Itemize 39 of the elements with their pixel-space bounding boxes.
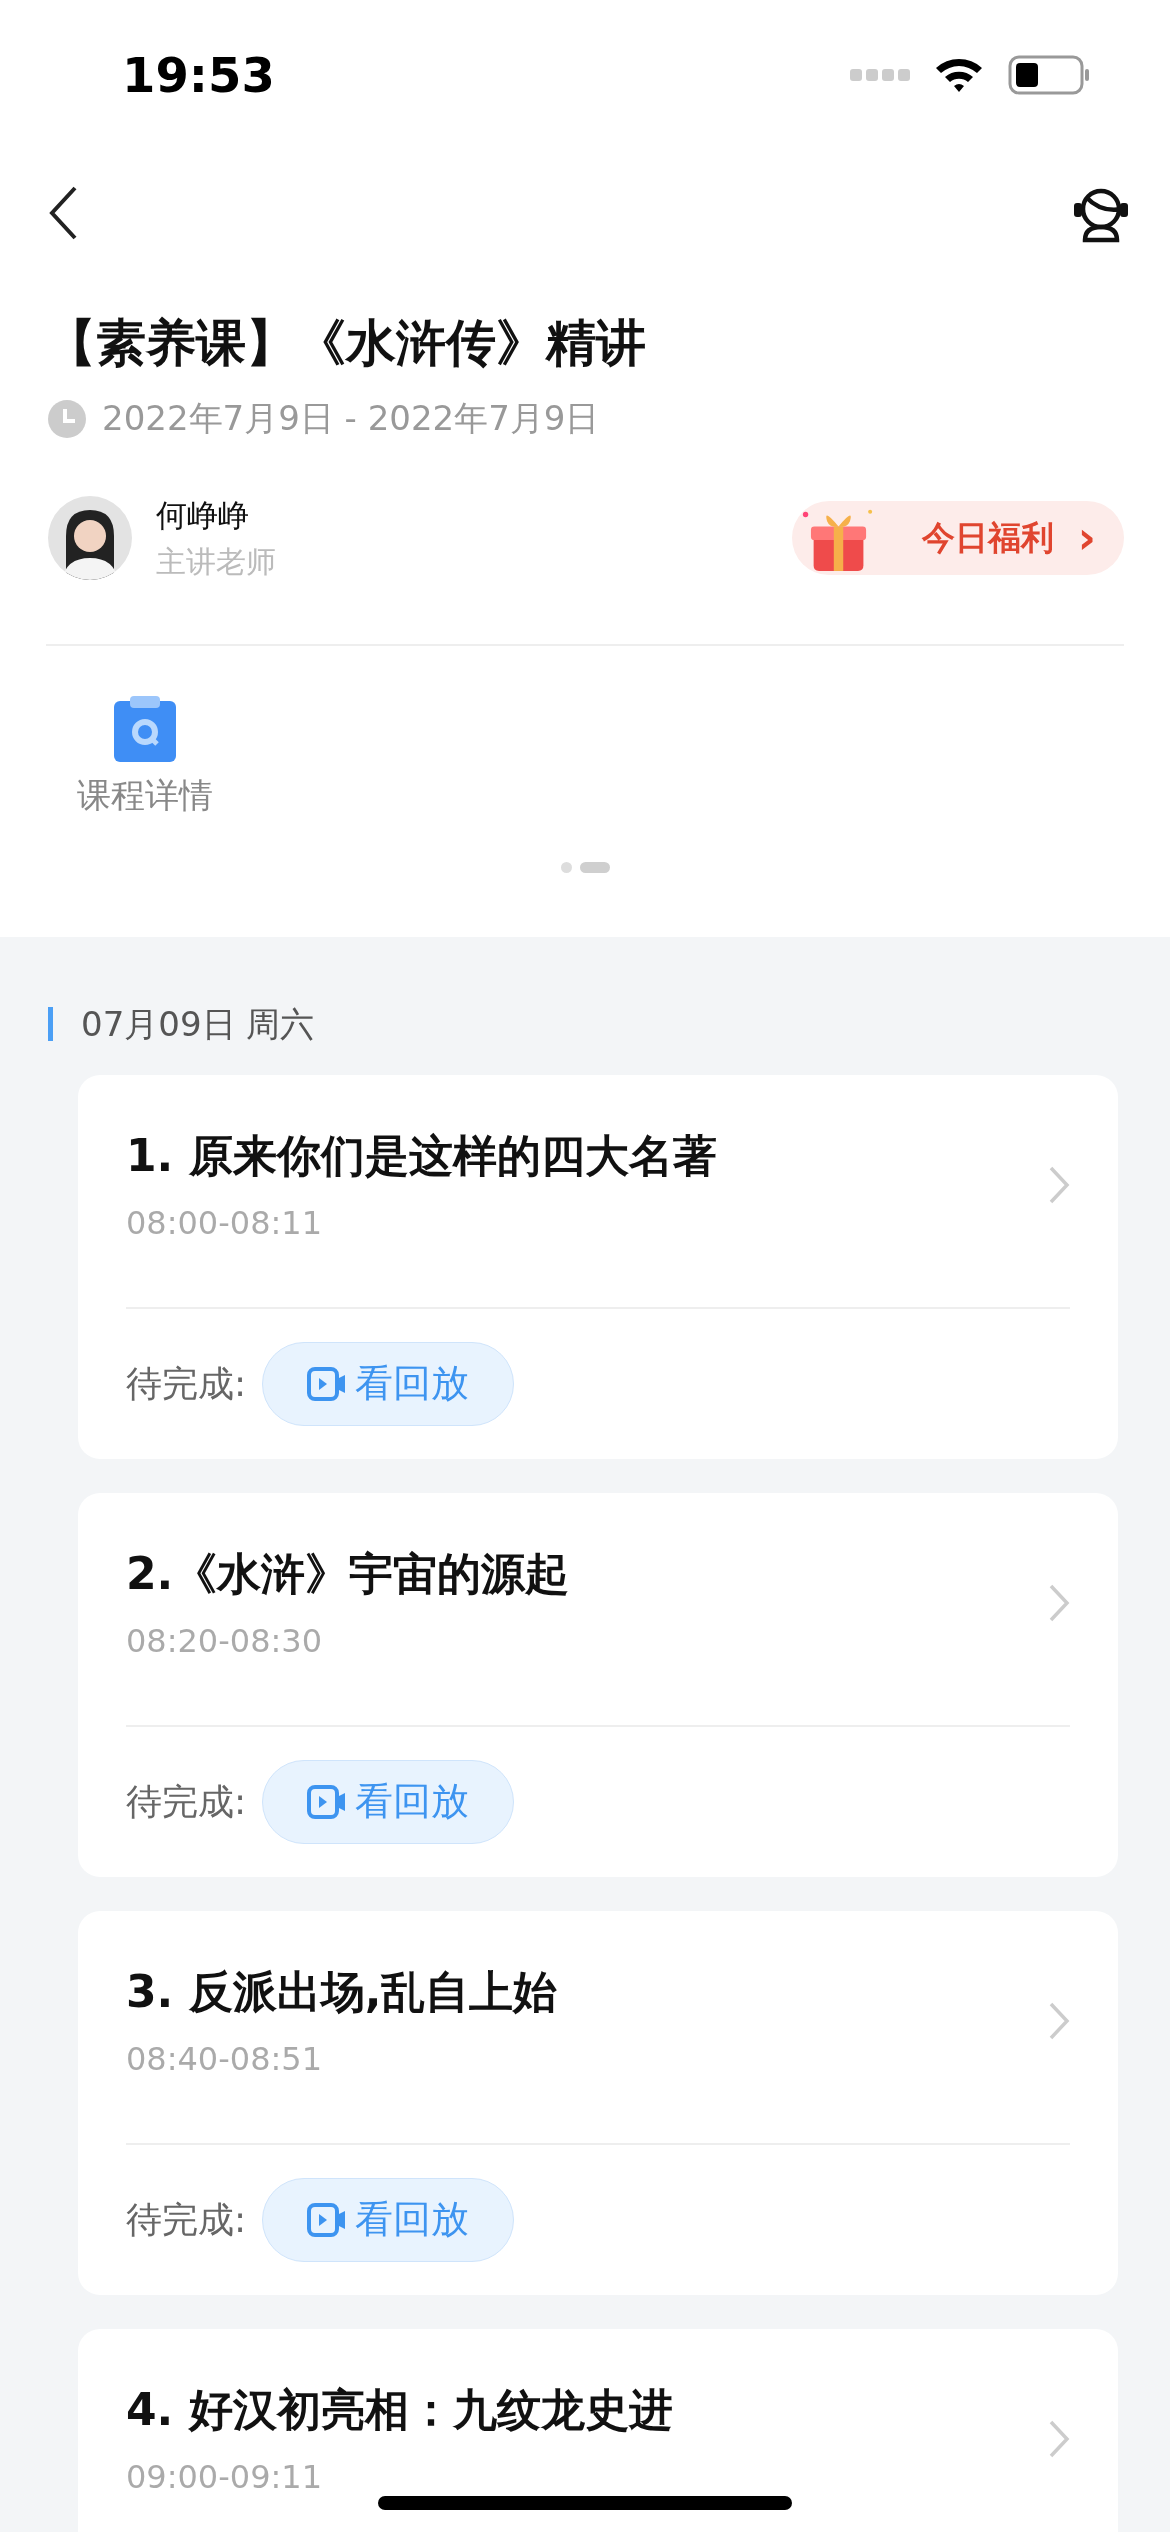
teacher-role: 主讲老师 bbox=[156, 542, 276, 581]
signal-icon bbox=[850, 67, 910, 83]
lesson-title: 4. 好汉初亮相：九纹龙史进 bbox=[126, 2382, 673, 2437]
course-title: 【素养课】《水浒传》精讲 bbox=[46, 313, 647, 374]
lesson-card[interactable]: 3. 反派出场,乱自上始 08:40-08:51 待完成: 看回放 bbox=[78, 1910, 1118, 2295]
pending-label: 待完成: bbox=[126, 1361, 247, 1406]
pending-label: 待完成: bbox=[126, 1779, 247, 1824]
replay-button[interactable]: 看回放 bbox=[262, 1759, 515, 1844]
chevron-icon bbox=[1048, 2418, 1070, 2459]
teacher-name: 何峥峥 bbox=[156, 496, 250, 535]
replay-button[interactable]: 看回放 bbox=[262, 1341, 515, 1426]
battery-icon bbox=[1008, 55, 1090, 95]
lesson-time: 08:40-08:51 bbox=[126, 2038, 323, 2080]
course-details-button[interactable]: 课程详情 bbox=[70, 695, 220, 821]
status-time: 19:53 bbox=[122, 46, 275, 105]
wifi-icon bbox=[934, 56, 984, 94]
lesson-title: 3. 反派出场,乱自上始 bbox=[126, 1964, 558, 2019]
lesson-time: 09:00-09:11 bbox=[126, 2456, 323, 2498]
course-dates: 2022年7月9日 - 2022年7月9日 bbox=[102, 397, 600, 440]
clock-icon bbox=[48, 399, 86, 438]
back-icon[interactable] bbox=[48, 185, 78, 241]
lesson-time: 08:20-08:30 bbox=[126, 1620, 323, 1662]
lesson-card[interactable]: 2.《水浒》宇宙的源起 08:20-08:30 待完成: 看回放 bbox=[78, 1492, 1118, 1877]
video-icon bbox=[307, 1366, 348, 1401]
chevron-icon bbox=[1048, 1164, 1070, 1205]
lesson-title: 1. 原来你们是这样的四大名著 bbox=[126, 1128, 717, 1183]
day-heading: 07月09日 周六 bbox=[48, 1006, 1170, 1041]
lesson-time: 08:00-08:11 bbox=[126, 1202, 323, 1244]
chevron-icon bbox=[1048, 1582, 1070, 1623]
replay-button[interactable]: 看回放 bbox=[262, 2177, 515, 2262]
chevron-icon bbox=[1048, 2000, 1070, 2041]
video-icon bbox=[307, 1784, 348, 1819]
video-icon bbox=[307, 2202, 348, 2237]
welfare-button[interactable]: 今日福利 › bbox=[791, 500, 1124, 575]
clipboard-search-icon bbox=[114, 695, 176, 762]
lesson-title: 2.《水浒》宇宙的源起 bbox=[126, 1546, 570, 1601]
lesson-card[interactable]: 4. 好汉初亮相：九纹龙史进 09:00-09:11 bbox=[78, 2328, 1118, 2532]
pending-label: 待完成: bbox=[126, 2197, 247, 2242]
lesson-card[interactable]: 1. 原来你们是这样的四大名著 08:00-08:11 待完成: 看回放 bbox=[78, 1074, 1118, 1459]
